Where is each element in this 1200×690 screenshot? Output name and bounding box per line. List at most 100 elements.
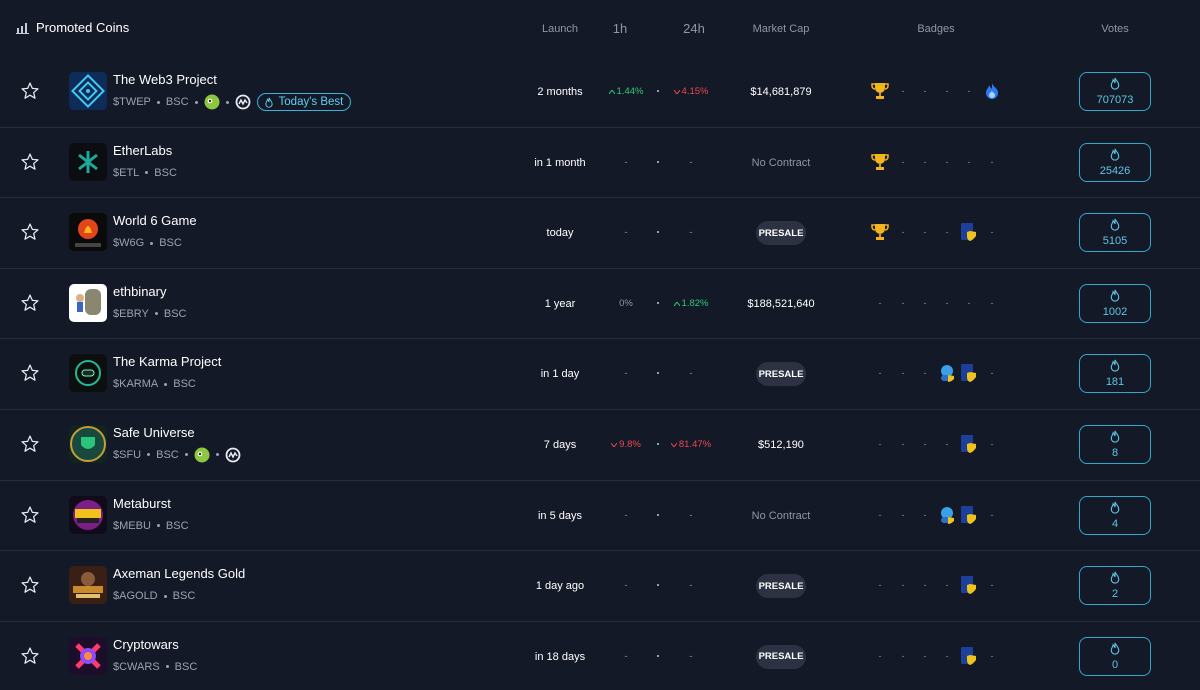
table-row[interactable]: Cryptowars $CWARS BSC in 18 days - - PRE… xyxy=(0,622,1200,690)
coin-name[interactable]: The Web3 Project xyxy=(113,72,217,87)
badge-empty: - xyxy=(901,86,905,96)
badge-slot: - xyxy=(870,505,890,525)
launch-date: in 18 days xyxy=(534,650,586,663)
col-votes[interactable]: Votes xyxy=(1085,23,1145,35)
badge-empty: - xyxy=(901,650,905,661)
coin-name[interactable]: World 6 Game xyxy=(113,213,197,228)
favorite-star-icon[interactable] xyxy=(20,434,40,454)
meta-separator xyxy=(145,171,149,175)
table-row[interactable]: Axeman Legends Gold $AGOLD BSC 1 day ago… xyxy=(0,551,1200,622)
badge-slot: - xyxy=(915,293,935,313)
coin-logo[interactable] xyxy=(69,354,107,393)
coingecko-icon[interactable] xyxy=(194,447,210,463)
badge-slot: - xyxy=(937,646,957,666)
vote-button[interactable]: 0 xyxy=(1079,636,1151,676)
flame-icon xyxy=(1109,218,1121,231)
badge-slot: - xyxy=(937,575,957,595)
coin-name[interactable]: Cryptowars xyxy=(113,637,179,652)
change-24h-value: - xyxy=(689,156,693,168)
favorite-star-icon[interactable] xyxy=(20,222,40,242)
vote-count: 25426 xyxy=(1099,164,1131,177)
launch-date: 1 year xyxy=(544,297,576,310)
table-row[interactable]: ethbinary $EBRY BSC 1 year 0% 1.82% $188… xyxy=(0,269,1200,340)
table-header: Promoted Coins Launch 1h 24h Market Cap … xyxy=(0,0,1200,57)
table-row[interactable]: The Web3 Project $TWEP BSC Today's Best … xyxy=(0,57,1200,128)
badge-empty: - xyxy=(945,580,949,591)
coin-logo[interactable] xyxy=(69,213,107,252)
change-1h-value: - xyxy=(624,509,628,521)
table-row[interactable]: Metaburst $MEBU BSC in 5 days - - No Con… xyxy=(0,481,1200,552)
coinmarketcap-icon[interactable] xyxy=(235,94,251,110)
flame-icon xyxy=(1109,148,1121,161)
meta-separator xyxy=(147,453,151,457)
vote-button[interactable]: 181 xyxy=(1079,354,1151,394)
change-separator xyxy=(657,231,659,234)
col-1h[interactable]: 1h xyxy=(600,21,640,36)
vote-button[interactable]: 5105 xyxy=(1079,213,1151,253)
coin-meta: $ETL BSC xyxy=(113,165,177,181)
coin-name[interactable]: Metaburst xyxy=(113,496,171,511)
coin-name[interactable]: EtherLabs xyxy=(113,143,172,158)
coingecko-icon[interactable] xyxy=(204,94,220,110)
coin-logo[interactable] xyxy=(69,566,107,605)
coin-name[interactable]: ethbinary xyxy=(113,284,166,299)
table-row[interactable]: EtherLabs $ETL BSC in 1 month - - No Con… xyxy=(0,128,1200,199)
favorite-star-icon[interactable] xyxy=(20,363,40,383)
coin-logo[interactable] xyxy=(69,636,107,675)
change-24h-value: - xyxy=(689,368,693,380)
trophy-icon xyxy=(870,222,890,242)
col-24h[interactable]: 24h xyxy=(674,21,714,36)
vote-button[interactable]: 4 xyxy=(1079,495,1151,535)
coin-logo[interactable] xyxy=(69,424,107,463)
coin-name[interactable]: Axeman Legends Gold xyxy=(113,566,245,581)
audit-shield-icon xyxy=(959,646,979,666)
favorite-star-icon[interactable] xyxy=(20,505,40,525)
table-row[interactable]: World 6 Game $W6G BSC today - - PRESALE … xyxy=(0,198,1200,269)
badge-slot: - xyxy=(959,152,979,172)
coin-symbol: $SFU xyxy=(113,448,142,461)
change-24h: - xyxy=(661,227,721,238)
badge-empty: - xyxy=(923,227,927,238)
favorite-star-icon[interactable] xyxy=(20,152,40,172)
badge-slot: - xyxy=(915,152,935,172)
coin-symbol: $TWEP xyxy=(113,96,151,108)
badge-empty: - xyxy=(901,227,905,238)
vote-button[interactable]: 1002 xyxy=(1079,283,1151,323)
table-row[interactable]: The Karma Project $KARMA BSC in 1 day - … xyxy=(0,339,1200,410)
vote-button[interactable]: 2 xyxy=(1079,566,1151,606)
col-market-cap[interactable]: Market Cap xyxy=(741,23,821,35)
change-separator xyxy=(657,513,659,516)
favorite-star-icon[interactable] xyxy=(20,646,40,666)
badge-slot: - xyxy=(893,646,913,666)
change-1h-value: - xyxy=(624,368,628,380)
favorite-star-icon[interactable] xyxy=(20,293,40,313)
vote-button[interactable]: 8 xyxy=(1079,424,1151,464)
badges: ---- xyxy=(870,222,1000,242)
coinmarketcap-icon[interactable] xyxy=(225,447,241,463)
col-launch[interactable]: Launch xyxy=(530,23,590,35)
coin-symbol: $EBRY xyxy=(113,307,149,320)
coin-name[interactable]: The Karma Project xyxy=(113,354,221,369)
vote-button[interactable]: 25426 xyxy=(1079,142,1151,182)
change-separator xyxy=(657,160,659,163)
badge-slot: - xyxy=(982,293,1002,313)
coin-name[interactable]: Safe Universe xyxy=(113,425,195,440)
badge-empty: - xyxy=(945,156,949,167)
coin-logo[interactable] xyxy=(69,495,107,534)
meta-separator xyxy=(225,100,229,104)
vote-button[interactable]: 707073 xyxy=(1079,72,1151,111)
meta-separator xyxy=(150,241,154,245)
change-24h: 1.82% xyxy=(661,298,721,309)
badge-slot: - xyxy=(982,505,1002,525)
badge-slot: - xyxy=(893,152,913,172)
coin-logo[interactable] xyxy=(69,283,107,322)
favorite-star-icon[interactable] xyxy=(20,81,40,101)
coin-symbol: $W6G xyxy=(113,237,145,250)
coin-logo[interactable] xyxy=(69,142,107,181)
badge-slot: - xyxy=(870,293,890,313)
table-row[interactable]: Safe Universe $SFU BSC 7 days 9.8% 81.47… xyxy=(0,410,1200,481)
favorite-star-icon[interactable] xyxy=(20,575,40,595)
vote-count: 181 xyxy=(1105,376,1125,389)
coin-logo[interactable] xyxy=(69,72,107,110)
coin-table: The Web3 Project $TWEP BSC Today's Best … xyxy=(0,57,1200,690)
